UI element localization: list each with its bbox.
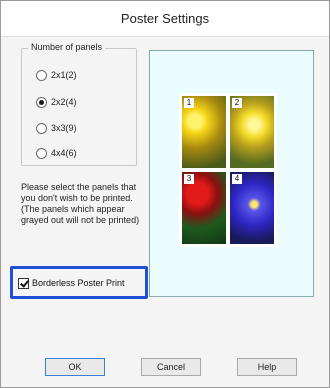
panel-number-3: 3 [184, 174, 194, 184]
radio-4x4-button[interactable] [36, 147, 47, 159]
panel-number-4: 4 [232, 174, 242, 184]
radio-2x2-button[interactable] [36, 96, 47, 108]
radio-2x1[interactable]: 2x1(2) [36, 68, 77, 82]
panel-grid: 1 2 3 4 [179, 93, 277, 247]
panel-tile-4[interactable]: 4 [230, 172, 274, 244]
radio-2x2-label: 2x2(4) [51, 97, 77, 107]
panel-tile-1[interactable]: 1 [182, 96, 226, 168]
panel-number-1: 1 [184, 98, 194, 108]
panel-tile-3[interactable]: 3 [182, 172, 226, 244]
number-of-panels-legend: Number of panels [28, 42, 106, 52]
title-bar[interactable]: Poster Settings [1, 1, 329, 37]
ok-button[interactable]: OK [45, 358, 105, 376]
radio-3x3-label: 3x3(9) [51, 123, 77, 133]
dialog-title: Poster Settings [120, 11, 210, 26]
radio-4x4-label: 4x4(6) [51, 148, 77, 158]
instruction-text: Please select the panels that you don't … [21, 182, 140, 225]
radio-4x4[interactable]: 4x4(6) [36, 146, 77, 160]
borderless-label: Borderless Poster Print [32, 278, 125, 288]
borderless-check-box[interactable] [18, 277, 29, 289]
radio-2x1-label: 2x1(2) [51, 70, 77, 80]
borderless-poster-print-checkbox[interactable]: Borderless Poster Print [18, 275, 138, 291]
poster-settings-dialog: Poster Settings Number of panels 2x1(2) … [0, 0, 330, 388]
cancel-button[interactable]: Cancel [141, 358, 201, 376]
radio-3x3-button[interactable] [36, 122, 47, 134]
radio-2x2[interactable]: 2x2(4) [36, 95, 77, 109]
number-of-panels-group: Number of panels 2x1(2) 2x2(4) 3x3(9) 4x… [21, 42, 137, 166]
radio-2x1-button[interactable] [36, 69, 47, 81]
panel-number-2: 2 [232, 98, 242, 108]
radio-3x3[interactable]: 3x3(9) [36, 121, 77, 135]
help-button[interactable]: Help [237, 358, 297, 376]
panel-tile-2[interactable]: 2 [230, 96, 274, 168]
